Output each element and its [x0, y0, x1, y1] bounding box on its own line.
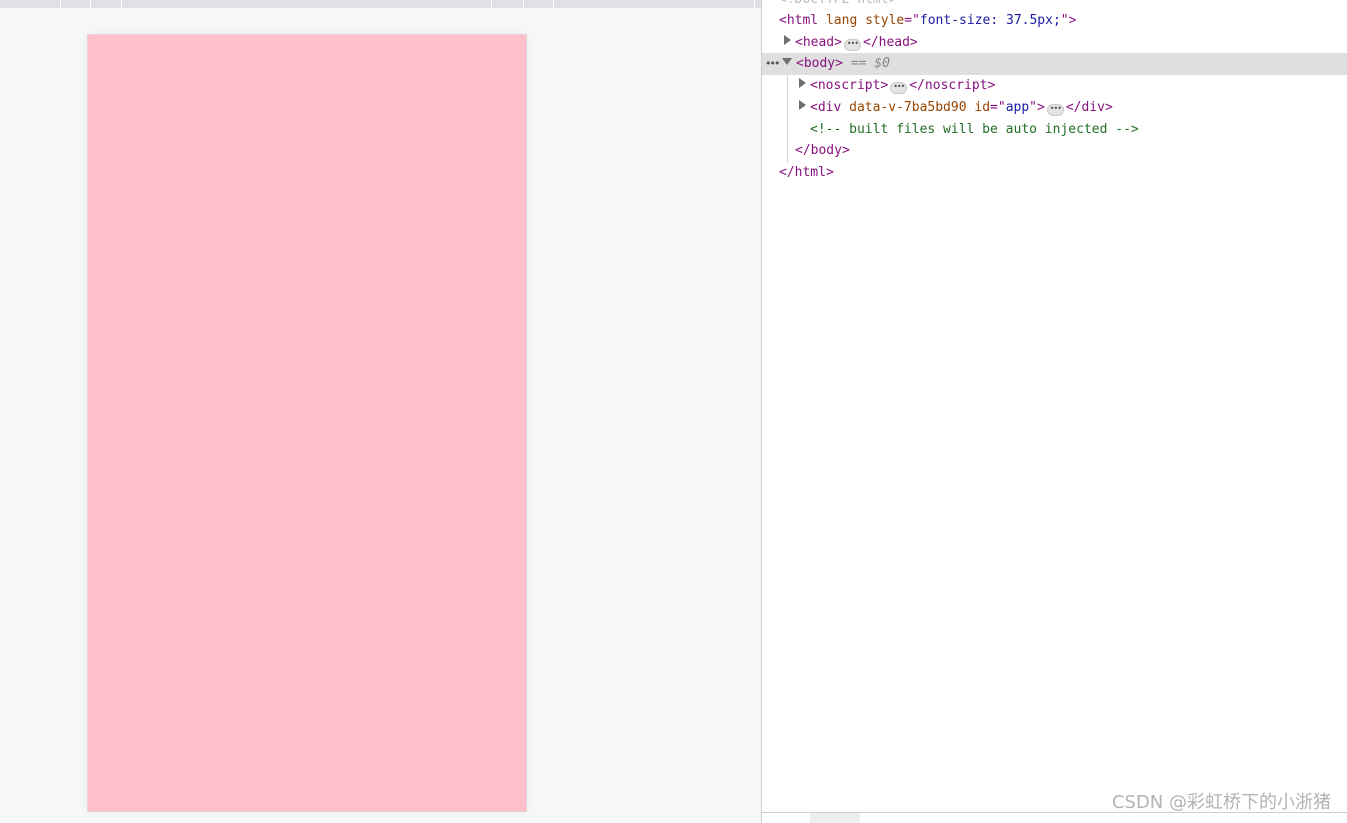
device-viewport-area [0, 0, 761, 823]
ruler-tick [553, 0, 554, 8]
html-close-tag: </html> [779, 165, 834, 180]
html-tag-close: > [1068, 13, 1077, 28]
app-div-row: <div data-v-7ba5bd90 id="app"> ••• </div> [799, 97, 1113, 119]
ruler-tick [491, 0, 492, 8]
div-close-tag: </div> [1065, 100, 1113, 115]
watermark: CSDN @彩虹桥下的小浙猪 [1111, 792, 1331, 814]
collapsed-ellipsis-icon[interactable]: ••• [843, 39, 861, 51]
ruler-tick [754, 0, 755, 8]
tree-node-comment[interactable]: <!-- built files will be auto injected -… [762, 119, 1347, 141]
html-attr-style: style [865, 13, 905, 28]
ruler-tick [60, 0, 61, 8]
expand-triangle-icon[interactable] [799, 100, 806, 110]
collapse-triangle-icon[interactable] [782, 58, 792, 65]
more-actions-dots-icon[interactable]: ••• [765, 53, 781, 75]
head-open-tag: <head> [795, 35, 842, 50]
body-row: <body> == $0 [782, 53, 890, 75]
div-attr-id: id [974, 100, 991, 115]
bottom-tab[interactable] [810, 813, 860, 823]
collapsed-ellipsis-icon[interactable]: ••• [890, 82, 908, 94]
collapsed-ellipsis-icon[interactable]: ••• [1046, 104, 1064, 116]
div-tag-close-bracket: > [1037, 100, 1045, 115]
div-attr-id-value[interactable]: app [1006, 100, 1029, 115]
tree-node-body-selected[interactable]: ••• <body> == $0 [762, 53, 1347, 75]
div-attr-quote: " [1029, 100, 1037, 115]
tree-node-noscript[interactable]: <noscript> ••• </noscript> [762, 75, 1347, 97]
tree-node-app-div[interactable]: <div data-v-7ba5bd90 id="app"> ••• </div> [762, 97, 1347, 119]
device-screen[interactable] [87, 34, 527, 812]
html-tag-open: <html [779, 13, 819, 28]
div-tag-open: <div [810, 100, 842, 115]
ruler-tick [523, 0, 524, 8]
device-toolbar-ruler[interactable] [0, 0, 761, 8]
comment-text: <!-- built files will be auto injected -… [810, 122, 1139, 137]
devtools-window: <!DOCTYPE html> <html lang style="font-s… [0, 0, 1347, 823]
noscript-close-tag: </noscript> [909, 78, 996, 93]
tree-node-html[interactable]: <html lang style="font-size: 37.5px;"> [762, 10, 1347, 32]
div-attr-eq: =" [990, 100, 1006, 115]
expand-triangle-icon[interactable] [784, 35, 791, 45]
expand-triangle-icon[interactable] [799, 78, 806, 88]
html-attr-style-value[interactable]: font-size: 37.5px; [920, 13, 1061, 28]
html-attr-quote: " [1060, 13, 1069, 28]
selected-element-marker: == $0 [850, 56, 890, 71]
html-attr-eq: =" [904, 13, 920, 28]
head-row: <head> ••• </head> [784, 32, 918, 54]
noscript-open-tag: <noscript> [810, 78, 889, 93]
tree-node-html-close[interactable]: </html> [762, 162, 1347, 184]
html-attr-lang: lang [825, 13, 858, 28]
body-open-tag: <body> [796, 56, 843, 71]
elements-panel: <!DOCTYPE html> <html lang style="font-s… [762, 0, 1347, 823]
div-attr-data-v: data-v-7ba5bd90 [849, 100, 967, 115]
html-open-tag: <html lang style="font-size: 37.5px;"> [779, 10, 1076, 32]
ruler-tick [90, 0, 91, 8]
head-close-tag: </head> [862, 35, 918, 50]
noscript-row: <noscript> ••• </noscript> [799, 75, 995, 97]
body-close-tag: </body> [795, 143, 850, 158]
tree-node-head[interactable]: <head> ••• </head> [762, 32, 1347, 54]
tree-node-body-close[interactable]: </body> [762, 140, 1347, 162]
ruler-tick [121, 0, 122, 8]
